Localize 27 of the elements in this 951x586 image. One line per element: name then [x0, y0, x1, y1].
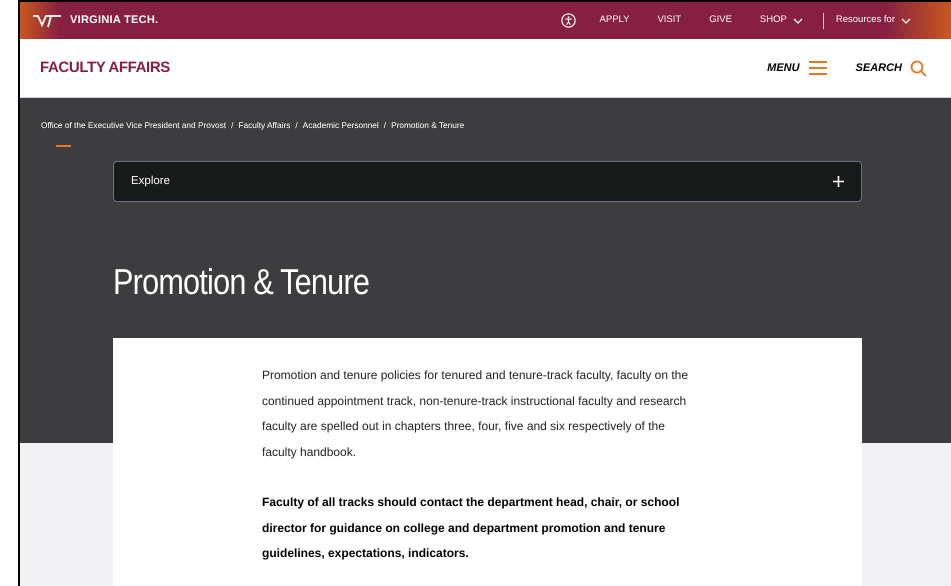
- plus-icon: [833, 176, 844, 188]
- top-nav-link[interactable]: SHOP: [760, 13, 803, 28]
- breadcrumb-separator: /: [295, 119, 298, 132]
- breadcrumb-link[interactable]: Academic Personnel: [302, 119, 379, 132]
- menu-icon: [808, 60, 828, 76]
- menu-button[interactable]: MENU: [767, 60, 828, 76]
- top-nav-link[interactable]: APPLY: [600, 13, 630, 28]
- chevron-down-icon: [792, 18, 803, 24]
- chevron-down-icon: [901, 18, 911, 24]
- breadcrumb-separator: /: [384, 119, 386, 132]
- logo-text: VIRGINIA TECH.: [70, 13, 158, 28]
- logo-icon: [32, 14, 62, 28]
- search-icon: [910, 60, 927, 76]
- page-title: Promotion & Tenure: [113, 264, 370, 300]
- search-button[interactable]: SEARCH: [856, 60, 927, 76]
- site-title[interactable]: FACULTY AFFAIRS: [40, 56, 170, 80]
- top-nav-link[interactable]: VISIT: [657, 13, 682, 28]
- accessibility-icon[interactable]: [560, 13, 576, 28]
- body-paragraph: Promotion and tenure policies for tenured and tenure-track faculty, faculty on the continued appointment track, non-tenure-track instructional faculty and research faculty are spelled out in chapters three, four, five and six respectively of the faculty handbook.: [262, 367, 690, 461]
- breadcrumb-separator: /: [231, 119, 234, 132]
- breadcrumb-link[interactable]: Promotion & Tenure: [391, 119, 464, 132]
- breadcrumb-link[interactable]: Faculty Affairs: [238, 119, 290, 132]
- top-nav-link[interactable]: Resources for: [836, 13, 911, 28]
- breadcrumb-link[interactable]: Office of the Executive Vice President and Provost: [41, 119, 226, 132]
- top-nav-link[interactable]: GIVE: [709, 13, 732, 28]
- body-paragraph: Faculty of all tracks should contact the department head, chair, or school director for guidance on college and department promotion and tenure guidelines, expectations, indicators.: [262, 494, 680, 562]
- explore-bar[interactable]: Explore: [113, 161, 862, 202]
